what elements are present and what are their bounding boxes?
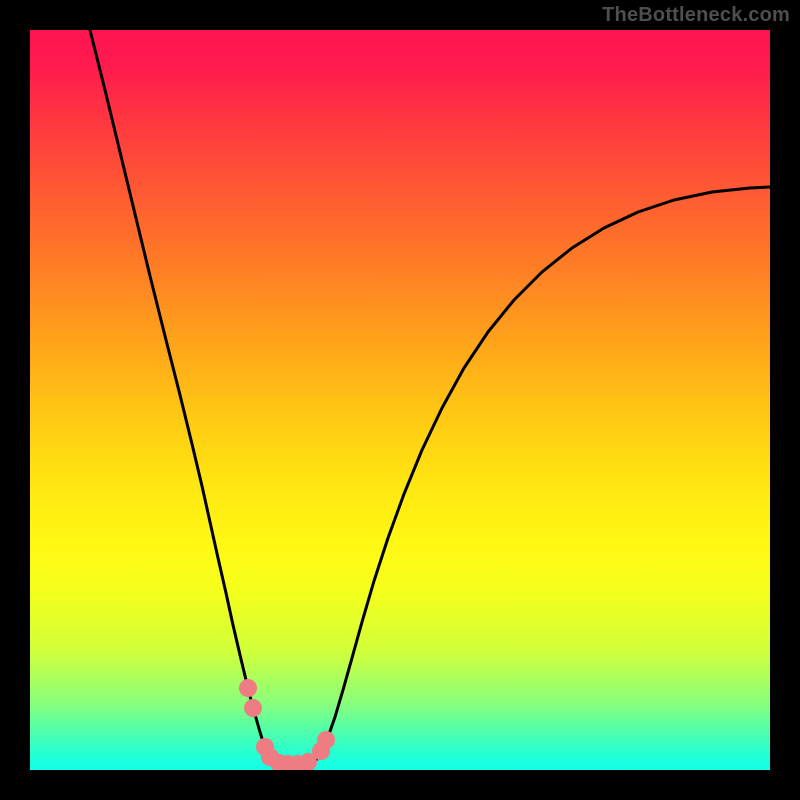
marker-dot <box>239 679 257 697</box>
chart-frame: TheBottleneck.com <box>0 0 800 800</box>
marker-dot <box>244 699 262 717</box>
watermark-text: TheBottleneck.com <box>602 4 790 27</box>
bottleneck-curve <box>90 30 770 770</box>
dots-layer <box>239 679 335 770</box>
chart-svg <box>30 30 770 770</box>
plot-area <box>30 30 770 770</box>
curve-layer <box>90 30 770 770</box>
marker-dot <box>317 731 335 749</box>
